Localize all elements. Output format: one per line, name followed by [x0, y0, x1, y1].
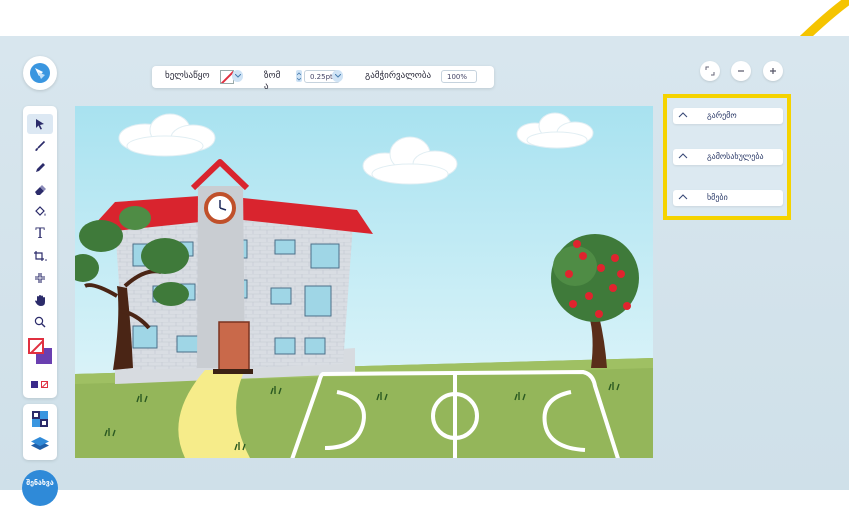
brush-tool[interactable] — [27, 136, 53, 156]
tool-sidebar: T — [23, 106, 57, 398]
text-tool[interactable]: T — [27, 224, 53, 244]
chevron-up-icon — [678, 112, 688, 118]
shrink-arrows-icon — [35, 273, 45, 283]
color-picker[interactable] — [28, 338, 54, 366]
chevron-down-icon — [234, 74, 241, 78]
stroke-dropdown-chevron[interactable] — [232, 70, 243, 82]
app-logo[interactable] — [23, 56, 57, 90]
chevron-up-icon — [678, 153, 688, 159]
fullscreen-button[interactable] — [700, 61, 720, 81]
layers-icon — [31, 437, 49, 450]
panel-highlight: გარემო გამოსახულება ხმები — [663, 94, 791, 220]
save-button[interactable]: შენახვა — [22, 470, 58, 506]
editor-window: ხელსაწყო ზომა 0.25pt გამჭირვალობა 100% T… — [0, 36, 849, 506]
drawing-canvas[interactable] — [75, 106, 653, 458]
fill-tool[interactable] — [27, 202, 53, 222]
chevron-down-icon — [334, 74, 341, 78]
zoom-out-button[interactable] — [731, 61, 751, 81]
brush-icon — [35, 140, 46, 151]
crop-tool[interactable] — [27, 246, 53, 266]
chevron-up-icon — [678, 194, 688, 200]
crop-icon — [34, 251, 47, 261]
opacity-input[interactable]: 100% — [441, 70, 477, 83]
cursor-arrow-icon — [36, 119, 44, 130]
panel-sounds[interactable]: ხმები — [673, 190, 783, 206]
zoom-tool[interactable] — [27, 312, 53, 332]
panel-image-label: გამოსახულება — [707, 152, 764, 161]
plus-icon — [770, 68, 776, 74]
eraser-icon — [35, 185, 46, 195]
pattern-grid-icon — [32, 411, 48, 427]
property-toolbar: ხელსაწყო ზომა 0.25pt გამჭირვალობა 100% — [152, 66, 494, 92]
stroke-color-swatch-large[interactable] — [28, 338, 44, 354]
minus-icon — [738, 70, 744, 72]
panel-image[interactable]: გამოსახულება — [673, 149, 783, 165]
paint-bucket-icon — [34, 206, 45, 216]
school-scene-illustration — [75, 106, 653, 458]
hand-icon — [35, 294, 45, 306]
opacity-label: გამჭირვალობა — [365, 71, 432, 81]
magnifier-icon — [34, 316, 46, 328]
stroke-label: ხელსაწყო — [165, 71, 210, 81]
shrink-tool[interactable] — [27, 268, 53, 288]
layer-tools — [23, 404, 57, 460]
pencil-tool[interactable] — [27, 158, 53, 178]
size-label: ზომა — [264, 71, 281, 92]
size-dropdown-chevron[interactable] — [332, 70, 343, 82]
pencil-icon — [36, 163, 45, 172]
panel-environment[interactable]: გარემო — [673, 108, 783, 124]
panel-sounds-label: ხმები — [707, 193, 728, 202]
panel-environment-label: გარემო — [707, 111, 737, 120]
school-door — [218, 321, 250, 371]
size-stepper[interactable] — [296, 70, 302, 82]
stepper-arrows-icon — [297, 71, 301, 81]
logo-icon — [30, 63, 50, 83]
zoom-in-button[interactable] — [763, 61, 783, 81]
color-mini-swatches[interactable] — [31, 380, 51, 390]
pattern-button[interactable] — [32, 411, 48, 427]
layers-button[interactable] — [30, 434, 50, 454]
expand-icon — [705, 66, 715, 76]
select-tool[interactable] — [27, 114, 53, 134]
eraser-tool[interactable] — [27, 180, 53, 200]
hand-tool[interactable] — [27, 290, 53, 310]
